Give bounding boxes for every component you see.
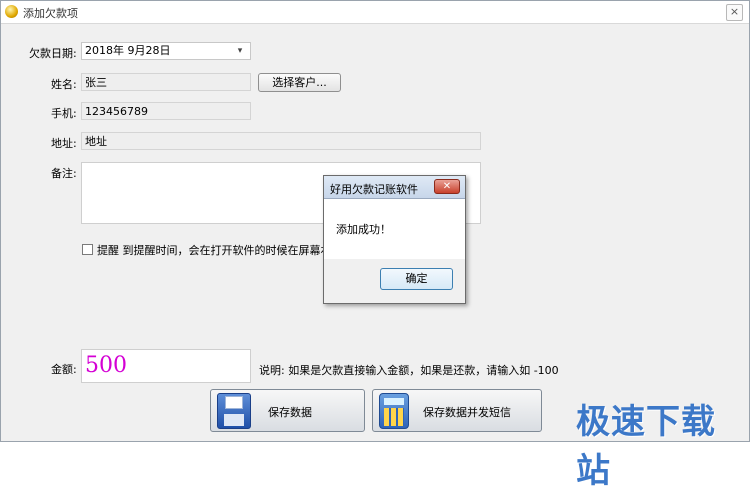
dialog-title-bar: 好用欠款记账软件 ✕	[324, 176, 465, 199]
dialog-close-icon[interactable]: ✕	[434, 179, 460, 194]
save-button-label: 保存数据	[268, 406, 312, 419]
amount-input[interactable]: 500	[81, 349, 251, 383]
address-label: 地址:	[51, 137, 77, 150]
close-icon[interactable]: ×	[726, 4, 743, 21]
date-label: 欠款日期:	[29, 47, 77, 60]
phone-label: 手机:	[51, 107, 77, 120]
choose-customer-button[interactable]: 选择客户...	[258, 73, 341, 92]
address-field[interactable]: 地址	[81, 132, 481, 150]
name-label: 姓名:	[51, 78, 77, 91]
title-bar: 添加欠款项 ×	[1, 1, 749, 24]
dialog-body: 添加成功！	[324, 199, 465, 259]
watermark-logo: 极速下载站	[576, 402, 716, 491]
save-and-sms-button[interactable]: 保存数据并发短信	[372, 389, 542, 432]
save-and-sms-button-label: 保存数据并发短信	[423, 406, 511, 419]
amount-label: 金额:	[51, 363, 77, 376]
calculator-icon	[379, 393, 409, 429]
notes-label: 备注:	[51, 167, 77, 180]
date-picker[interactable]: 2018年 9月28日 ▾	[81, 42, 251, 60]
save-button[interactable]: 保存数据	[210, 389, 365, 432]
dialog-title: 好用欠款记账软件	[330, 183, 418, 196]
window-title: 添加欠款项	[23, 7, 78, 20]
dialog-ok-button[interactable]: 确定	[380, 268, 453, 290]
date-value: 2018年 9月28日	[85, 44, 171, 57]
success-dialog: 好用欠款记账软件 ✕ 添加成功！ 确定	[323, 175, 466, 304]
dialog-message: 添加成功！	[336, 223, 391, 236]
name-field[interactable]: 张三	[81, 73, 251, 91]
reminder-label: 提醒 到提醒时间，会在打开软件的时候在屏幕右下角	[97, 244, 326, 257]
coin-icon	[5, 5, 18, 18]
floppy-disk-icon	[217, 393, 251, 429]
reminder-checkbox[interactable]	[82, 244, 93, 255]
phone-field[interactable]: 123456789	[81, 102, 251, 120]
amount-hint: 说明: 如果是欠款直接输入金额，如果是还款，请输入如 -100	[259, 364, 559, 377]
add-debt-window: 添加欠款项 × 欠款日期: 2018年 9月28日 ▾ 姓名: 张三 选择客户.…	[0, 0, 750, 491]
calendar-dropdown-icon[interactable]: ▾	[232, 45, 248, 57]
